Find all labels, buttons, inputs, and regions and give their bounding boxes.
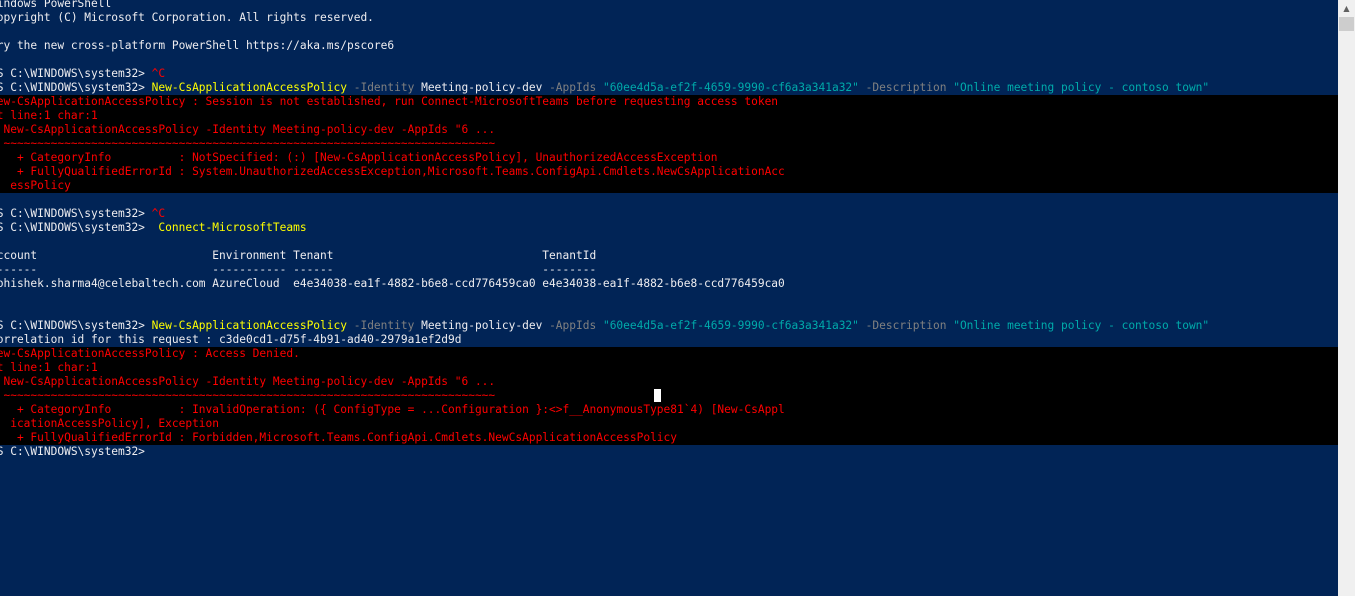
- error-line: + CategoryInfo : InvalidOperation: ({ Co…: [0, 403, 785, 416]
- cmdlet-name: New-CsApplicationAccessPolicy: [151, 319, 347, 332]
- table-row: abhishek.sharma4@celebaltech.com AzureCl…: [0, 277, 785, 290]
- error-line: + ~~~~~~~~~~~~~~~~~~~~~~~~~~~~~~~~~~~~~~…: [0, 389, 496, 402]
- connect-cmdlet: Connect-MicrosoftTeams: [151, 221, 307, 234]
- table-dashes: ------- ----------- ------ --------: [0, 263, 597, 276]
- error-line: icationAccessPolicy], Exception: [0, 417, 220, 430]
- current-prompt[interactable]: PS C:\WINDOWS\system32>: [0, 445, 152, 459]
- prompt: PS C:\WINDOWS\system32>: [0, 207, 152, 220]
- ctrl-c: ^C: [151, 207, 166, 220]
- text-cursor: [654, 389, 661, 402]
- value-identity: Meeting-policy-dev: [414, 81, 543, 94]
- error-line: At line:1 char:1: [0, 109, 98, 122]
- prompt-line: PS C:\WINDOWS\system32> ^C: [0, 67, 165, 81]
- prompt: PS C:\WINDOWS\system32>: [0, 319, 152, 332]
- table-header: Account Environment Tenant TenantId: [0, 249, 597, 262]
- banner-copyright: Copyright (C) Microsoft Corporation. All…: [0, 11, 374, 24]
- error-line: New-CsApplicationAccessPolicy : Access D…: [0, 347, 300, 360]
- vertical-scrollbar[interactable]: ▲: [1338, 0, 1355, 596]
- param-appids: -AppIds: [542, 319, 597, 332]
- value-description: "Online meeting policy - contoso town": [946, 81, 1210, 94]
- value-appids: "60ee4d5a-ef2f-4659-9990-cf6a3a341a32": [596, 81, 859, 94]
- error-line: + CategoryInfo : NotSpecified: (:) [New-…: [0, 151, 718, 164]
- param-identity: -Identity: [346, 319, 415, 332]
- correlation-id: Correlation id for this request : c3de0c…: [0, 333, 462, 346]
- prompt: PS C:\WINDOWS\system32>: [0, 81, 152, 94]
- error-line: + FullyQualifiedErrorId : System.Unautho…: [0, 165, 785, 178]
- param-identity: -Identity: [346, 81, 415, 94]
- error-line: + ~~~~~~~~~~~~~~~~~~~~~~~~~~~~~~~~~~~~~~…: [0, 137, 496, 150]
- command-line: PS C:\WINDOWS\system32> New-CsApplicatio…: [0, 319, 1209, 333]
- prompt: PS C:\WINDOWS\system32>: [0, 221, 152, 234]
- value-identity: Meeting-policy-dev: [414, 319, 543, 332]
- banner-title: Windows PowerShell: [0, 0, 112, 10]
- prompt-line: PS C:\WINDOWS\system32> ^C: [0, 207, 165, 221]
- param-description: -Description: [858, 81, 947, 94]
- command-line: PS C:\WINDOWS\system32> New-CsApplicatio…: [0, 81, 1209, 95]
- error-line: At line:1 char:1: [0, 361, 98, 374]
- error-line: + New-CsApplicationAccessPolicy -Identit…: [0, 375, 496, 388]
- param-description: -Description: [858, 319, 947, 332]
- param-appids: -AppIds: [542, 81, 597, 94]
- ctrl-c: ^C: [151, 67, 166, 80]
- scroll-thumb[interactable]: [1339, 17, 1354, 31]
- command-line: PS C:\WINDOWS\system32> Connect-Microsof…: [0, 221, 307, 235]
- powershell-console[interactable]: Windows PowerShell Copyright (C) Microso…: [0, 0, 1338, 596]
- value-appids: "60ee4d5a-ef2f-4659-9990-cf6a3a341a32": [596, 319, 859, 332]
- cmdlet-name: New-CsApplicationAccessPolicy: [151, 81, 347, 94]
- banner-pscore-hint: Try the new cross-platform PowerShell ht…: [0, 39, 395, 52]
- error-line: essPolicy: [10, 179, 71, 192]
- error-line: + FullyQualifiedErrorId : Forbidden,Micr…: [0, 431, 678, 444]
- error-line: New-CsApplicationAccessPolicy : Session …: [0, 95, 779, 108]
- error-line: + New-CsApplicationAccessPolicy -Identit…: [0, 123, 496, 136]
- prompt: PS C:\WINDOWS\system32>: [0, 67, 152, 80]
- value-description: "Online meeting policy - contoso town": [946, 319, 1210, 332]
- scroll-up-arrow-icon[interactable]: ▲: [1338, 0, 1355, 17]
